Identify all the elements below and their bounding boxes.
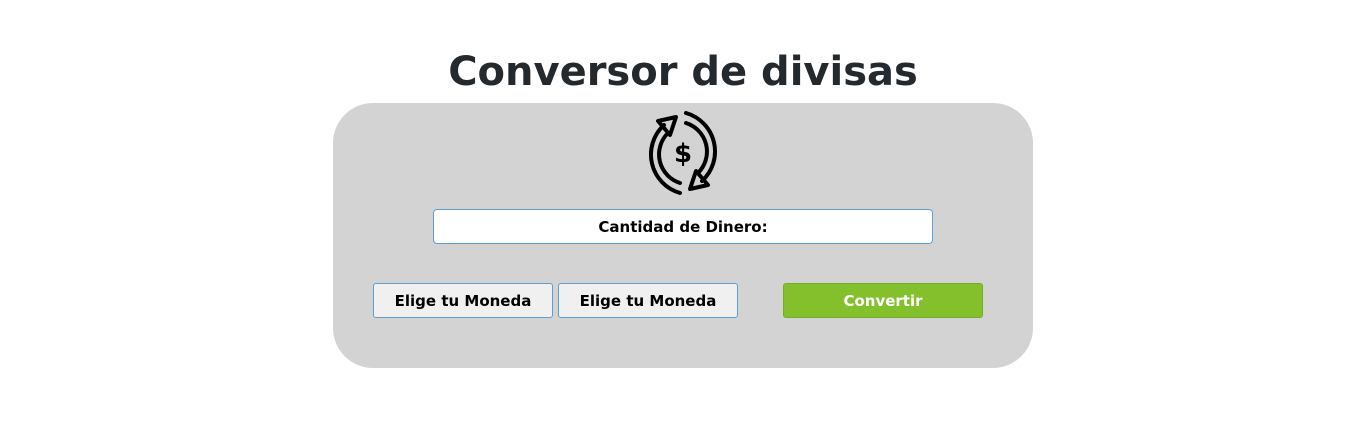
currency-exchange-icon: $ — [640, 111, 726, 195]
svg-text:$: $ — [674, 139, 692, 169]
amount-input[interactable] — [433, 209, 933, 244]
page-title: Conversor de divisas — [448, 49, 918, 95]
page: Conversor de divisas $ Elige tu Mone — [0, 0, 1366, 440]
from-currency-select[interactable]: Elige tu Moneda — [373, 283, 553, 318]
convert-button[interactable]: Convertir — [783, 283, 983, 318]
converter-card: $ Elige tu Moneda Elige tu Moneda Conver… — [333, 103, 1033, 368]
to-currency-select[interactable]: Elige tu Moneda — [558, 283, 738, 318]
